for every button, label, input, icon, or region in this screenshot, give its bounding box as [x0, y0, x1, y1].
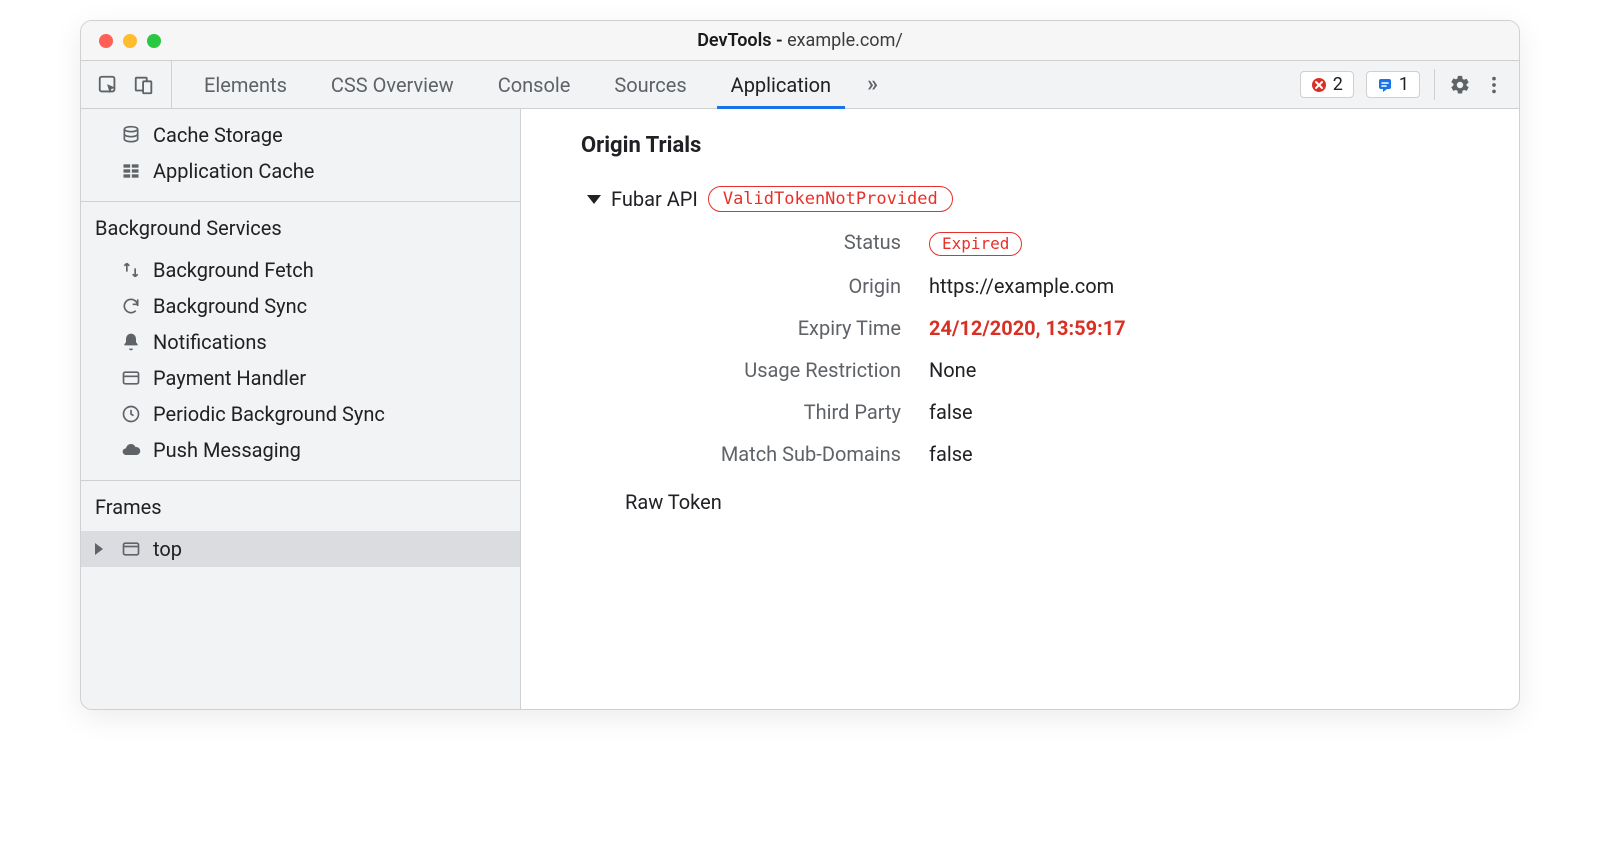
sidebar-section-cache: Cache Storage Application Cache	[81, 109, 520, 201]
tabs-overflow-button[interactable]: »	[853, 61, 892, 108]
sidebar-item-background-sync[interactable]: Background Sync	[81, 288, 520, 324]
token-status-badge: ValidTokenNotProvided	[708, 186, 953, 212]
sidebar-item-label: Cache Storage	[153, 123, 283, 147]
main-content: Origin Trials Fubar API ValidTokenNotPro…	[521, 109, 1519, 709]
more-menu-button[interactable]	[1483, 74, 1505, 96]
zoom-window-button[interactable]	[147, 34, 161, 48]
sidebar-header-background-services: Background Services	[81, 201, 520, 248]
match-subdomains-value: false	[929, 442, 1459, 466]
sidebar-item-periodic-background-sync[interactable]: Periodic Background Sync	[81, 396, 520, 432]
tab-css-overview[interactable]: CSS Overview	[309, 61, 476, 108]
errors-counter[interactable]: 2	[1300, 71, 1354, 98]
bell-icon	[121, 332, 141, 352]
sidebar-item-label: Notifications	[153, 330, 267, 354]
tab-sources[interactable]: Sources	[592, 61, 708, 108]
window-title-page: example.com/	[787, 30, 903, 51]
sidebar-section-background-services: Background Fetch Background Sync Notific…	[81, 248, 520, 480]
sidebar-item-label: Payment Handler	[153, 366, 306, 390]
devtools-toolbar: Elements CSS Overview Console Sources Ap…	[81, 61, 1519, 109]
tab-application[interactable]: Application	[709, 61, 853, 108]
sidebar-header-frames: Frames	[81, 480, 520, 527]
kebab-menu-icon	[1483, 74, 1505, 96]
origin-label: Origin	[621, 274, 901, 298]
sidebar-item-label: Application Cache	[153, 159, 314, 183]
close-window-button[interactable]	[99, 34, 113, 48]
expiry-label: Expiry Time	[621, 316, 901, 340]
application-sidebar: Cache Storage Application Cache Backgrou…	[81, 109, 521, 709]
sidebar-item-push-messaging[interactable]: Push Messaging	[81, 432, 520, 468]
fetch-icon	[121, 260, 141, 280]
sidebar-section-frames: top	[81, 527, 520, 567]
sidebar-item-background-fetch[interactable]: Background Fetch	[81, 252, 520, 288]
error-icon	[1311, 77, 1327, 93]
inspect-element-icon[interactable]	[97, 74, 119, 96]
origin-value: https://example.com	[929, 274, 1459, 298]
sidebar-item-application-cache[interactable]: Application Cache	[81, 153, 520, 189]
devtools-window: DevTools - example.com/ Elements CSS Ove…	[80, 20, 1520, 710]
window-title: DevTools - example.com/	[81, 30, 1519, 51]
sync-icon	[121, 296, 141, 316]
tab-elements[interactable]: Elements	[182, 61, 309, 108]
toolbar-right-group: 2 1	[1286, 61, 1519, 108]
sidebar-item-frame-top[interactable]: top	[81, 531, 520, 567]
minimize-window-button[interactable]	[123, 34, 137, 48]
toolbar-divider	[1434, 69, 1435, 100]
sidebar-item-label: Push Messaging	[153, 438, 301, 462]
window-controls	[81, 34, 161, 48]
sidebar-item-payment-handler[interactable]: Payment Handler	[81, 360, 520, 396]
grid-icon	[121, 161, 141, 181]
issues-icon	[1377, 77, 1393, 93]
sidebar-item-notifications[interactable]: Notifications	[81, 324, 520, 360]
third-party-label: Third Party	[621, 400, 901, 424]
settings-button[interactable]	[1449, 74, 1471, 96]
page-title: Origin Trials	[581, 133, 1459, 158]
panel-tabs: Elements CSS Overview Console Sources Ap…	[172, 61, 1286, 108]
origin-trial-details: Status Expired Origin https://example.co…	[621, 230, 1459, 466]
sidebar-item-label: Background Fetch	[153, 258, 314, 282]
window-title-app: DevTools -	[697, 30, 787, 51]
raw-token-label: Raw Token	[625, 490, 722, 514]
origin-trial-row[interactable]: Fubar API ValidTokenNotProvided	[581, 186, 1459, 212]
status-label: Status	[621, 230, 901, 256]
toolbar-left-group	[81, 61, 172, 108]
gear-icon	[1449, 74, 1471, 96]
caret-down-icon	[587, 195, 601, 204]
usage-restriction-label: Usage Restriction	[621, 358, 901, 382]
card-icon	[121, 368, 141, 388]
errors-count: 2	[1333, 74, 1343, 95]
device-toolbar-icon[interactable]	[133, 74, 155, 96]
frame-icon	[121, 539, 141, 559]
sidebar-item-label: Background Sync	[153, 294, 307, 318]
expand-caret-icon[interactable]	[95, 543, 103, 555]
third-party-value: false	[929, 400, 1459, 424]
panel-body: Cache Storage Application Cache Backgrou…	[81, 109, 1519, 709]
database-icon	[121, 125, 141, 145]
status-value: Expired	[929, 230, 1459, 256]
issues-count: 1	[1399, 74, 1409, 95]
clock-icon	[121, 404, 141, 424]
sidebar-item-cache-storage[interactable]: Cache Storage	[81, 117, 520, 153]
sidebar-item-label: Periodic Background Sync	[153, 402, 385, 426]
status-chip: Expired	[929, 232, 1022, 256]
titlebar: DevTools - example.com/	[81, 21, 1519, 61]
issues-counter[interactable]: 1	[1366, 71, 1420, 98]
expiry-value: 24/12/2020, 13:59:17	[929, 316, 1459, 340]
usage-restriction-value: None	[929, 358, 1459, 382]
match-subdomains-label: Match Sub-Domains	[621, 442, 901, 466]
origin-trial-name: Fubar API	[611, 187, 698, 211]
raw-token-row[interactable]: Raw Token	[615, 490, 1459, 514]
tab-console[interactable]: Console	[476, 61, 593, 108]
cloud-icon	[121, 440, 141, 460]
sidebar-item-label: top	[153, 537, 182, 561]
